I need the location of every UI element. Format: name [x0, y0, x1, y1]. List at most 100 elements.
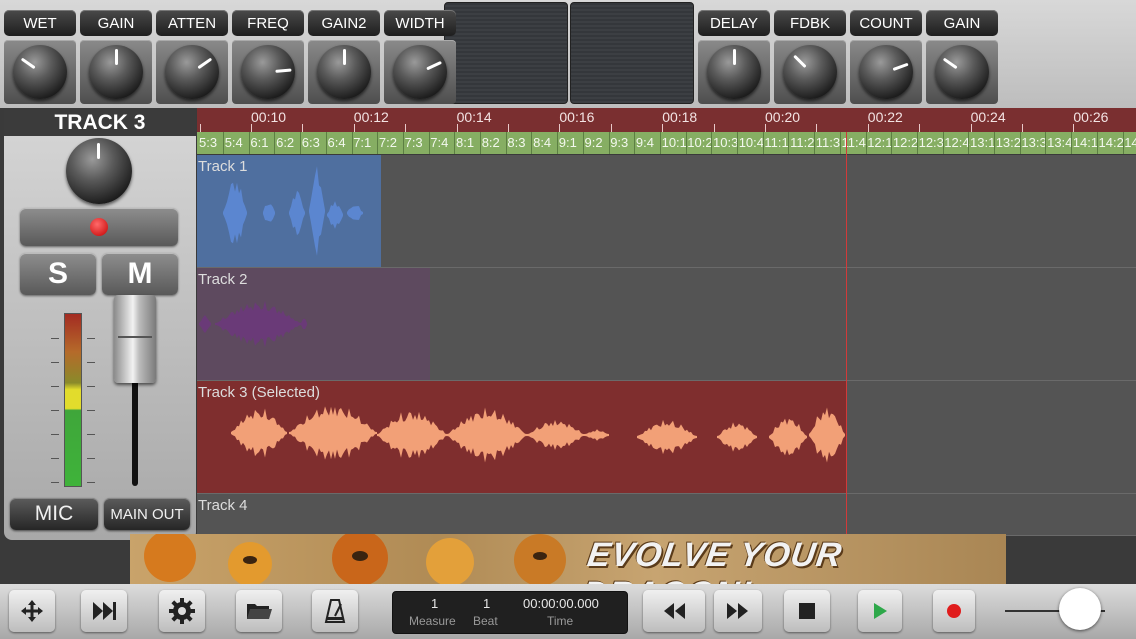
beat-label: 10:2 — [687, 135, 713, 150]
beat-label: Beat — [473, 614, 498, 628]
move-tool-button[interactable] — [9, 590, 55, 632]
record-arm-indicator — [90, 218, 108, 236]
track-lane-4[interactable]: Track 4 — [197, 494, 1136, 536]
track-lane-2[interactable]: Track 2 — [197, 268, 1136, 381]
fx-knob-cell-gain — [80, 40, 152, 104]
beat-label: 10:3 — [713, 135, 739, 150]
position-counter: 1 1 00:00:00.000 Measure Beat Time — [392, 591, 628, 634]
fx-knob-freq[interactable] — [241, 45, 295, 99]
ruler-tick — [353, 124, 355, 132]
ruler-time-label: 00:12 — [353, 109, 389, 125]
fx-knob-fdbk[interactable] — [783, 45, 837, 99]
beat-label: 9:3 — [610, 135, 629, 150]
play-button[interactable] — [858, 590, 902, 632]
track-title: TRACK 3 — [4, 110, 196, 136]
track-volume-knob[interactable] — [66, 138, 132, 204]
fx-label-atten: ATTEN — [156, 10, 228, 36]
beat-label: 9:1 — [558, 135, 577, 150]
track-lane-1[interactable]: Track 1 — [197, 155, 1136, 268]
fx-label-delay: DELAY — [698, 10, 770, 36]
zoom-slider-thumb[interactable] — [1059, 588, 1101, 630]
ruler-time-label: 00:18 — [662, 109, 698, 125]
ruler-tick — [610, 124, 612, 132]
ruler-tick — [302, 124, 304, 132]
ruler-tick — [405, 124, 407, 132]
beat-ruler[interactable]: 5:3 5:4 6:1 6:2 6:3 6:4 7:1 7:2 7:3 7:4 8:1 8:2 8:3 8… — [197, 132, 1136, 154]
fx-label-freq: FREQ — [232, 10, 304, 36]
mute-button[interactable]: M — [102, 253, 178, 295]
xy-pad-right[interactable] — [570, 2, 694, 104]
fx-knob-cell-delay — [698, 40, 770, 104]
fast-forward-button[interactable] — [714, 590, 762, 632]
beat-label: 10:4 — [738, 135, 764, 150]
output-route-button[interactable]: MAIN OUT — [104, 498, 190, 530]
fx-knob-width[interactable] — [393, 45, 447, 99]
xy-pad-left[interactable] — [444, 2, 568, 104]
beat-label: 9:4 — [635, 135, 654, 150]
beat-label: 12:2 — [892, 135, 919, 150]
ruler-tick — [765, 124, 766, 132]
ad-headline: EVOLVE YOUR DRAGON! — [580, 536, 845, 584]
ruler-tick — [456, 124, 458, 132]
beat-label: 9:2 — [584, 135, 603, 150]
ruler-tick — [508, 124, 509, 132]
fx-knob-wet[interactable] — [13, 45, 67, 99]
beat-label: 6:1 — [250, 135, 269, 150]
beat-label: 6:4 — [327, 135, 346, 150]
ruler-tick — [1022, 124, 1023, 132]
metronome-button[interactable] — [312, 590, 358, 632]
level-meter — [64, 313, 82, 487]
record-arm-button[interactable] — [20, 208, 178, 246]
time-ruler[interactable]: 00:10 00:12 00:14 00:16 00:18 00:20 00:22 00:24… — [197, 108, 1136, 132]
playhead[interactable] — [846, 132, 847, 535]
fx-knob-gain2[interactable] — [317, 45, 371, 99]
ruler-tick — [1073, 124, 1075, 132]
fx-label-gain: GAIN — [926, 10, 998, 36]
fx-knob-delay[interactable] — [707, 45, 761, 99]
ad-dragon-art — [144, 534, 566, 584]
beat-label: 8:1 — [456, 135, 475, 150]
measure-value: 1 — [431, 596, 439, 611]
fx-knob-cell-atten — [156, 40, 228, 104]
beat-label: 12:4 — [944, 135, 970, 150]
track-label-3: Track 3 (Selected) — [198, 384, 320, 401]
play-icon — [874, 603, 887, 619]
beat-label: 11:3 — [815, 135, 841, 150]
fx-knob-atten[interactable] — [165, 45, 219, 99]
ruler-time-label: 00:10 — [251, 109, 287, 125]
rewind-button[interactable] — [643, 590, 705, 632]
fx-knob-cell-gain — [926, 40, 998, 104]
beat-label: 13:3 — [1021, 135, 1047, 150]
beat-label: 13:2 — [995, 135, 1021, 150]
beat-label: 8:4 — [533, 135, 552, 150]
skip-forward-button[interactable] — [81, 590, 127, 632]
beat-label: 7:1 — [353, 135, 372, 150]
ruler-time-label: 00:22 — [867, 109, 903, 125]
fx-label-gain: GAIN — [80, 10, 152, 36]
fx-knob-count[interactable] — [859, 45, 913, 99]
fx-label-wet: WET — [4, 10, 76, 36]
open-folder-button[interactable] — [236, 590, 282, 632]
ruler-time-label: 00:16 — [559, 109, 595, 125]
ad-banner[interactable]: EVOLVE YOUR DRAGON! — [130, 534, 1006, 584]
folder-icon — [247, 604, 272, 619]
ruler-time-label: 00:24 — [970, 109, 1006, 125]
fx-knob-gain[interactable] — [89, 45, 143, 99]
record-button[interactable] — [933, 590, 975, 632]
fx-knob-gain[interactable] — [935, 45, 989, 99]
move-arrows-icon — [21, 600, 43, 622]
fast-forward-icon — [727, 603, 748, 619]
volume-fader-handle[interactable] — [114, 295, 156, 383]
beat-label: 11:1 — [764, 135, 789, 150]
input-source-button[interactable]: MIC — [10, 498, 98, 530]
beat-label: 6:3 — [301, 135, 320, 150]
stop-button[interactable] — [784, 590, 830, 632]
measure-label: Measure — [409, 614, 456, 628]
track-lane-3[interactable]: Track 3 (Selected) — [197, 381, 1136, 494]
ruler-time-label: 00:20 — [765, 109, 801, 125]
solo-button[interactable]: S — [20, 253, 96, 295]
beat-label: 14:2 — [1098, 135, 1124, 150]
settings-button[interactable] — [159, 590, 205, 632]
beat-label: 13:1 — [970, 135, 996, 150]
beat-label: 11:2 — [790, 135, 815, 150]
